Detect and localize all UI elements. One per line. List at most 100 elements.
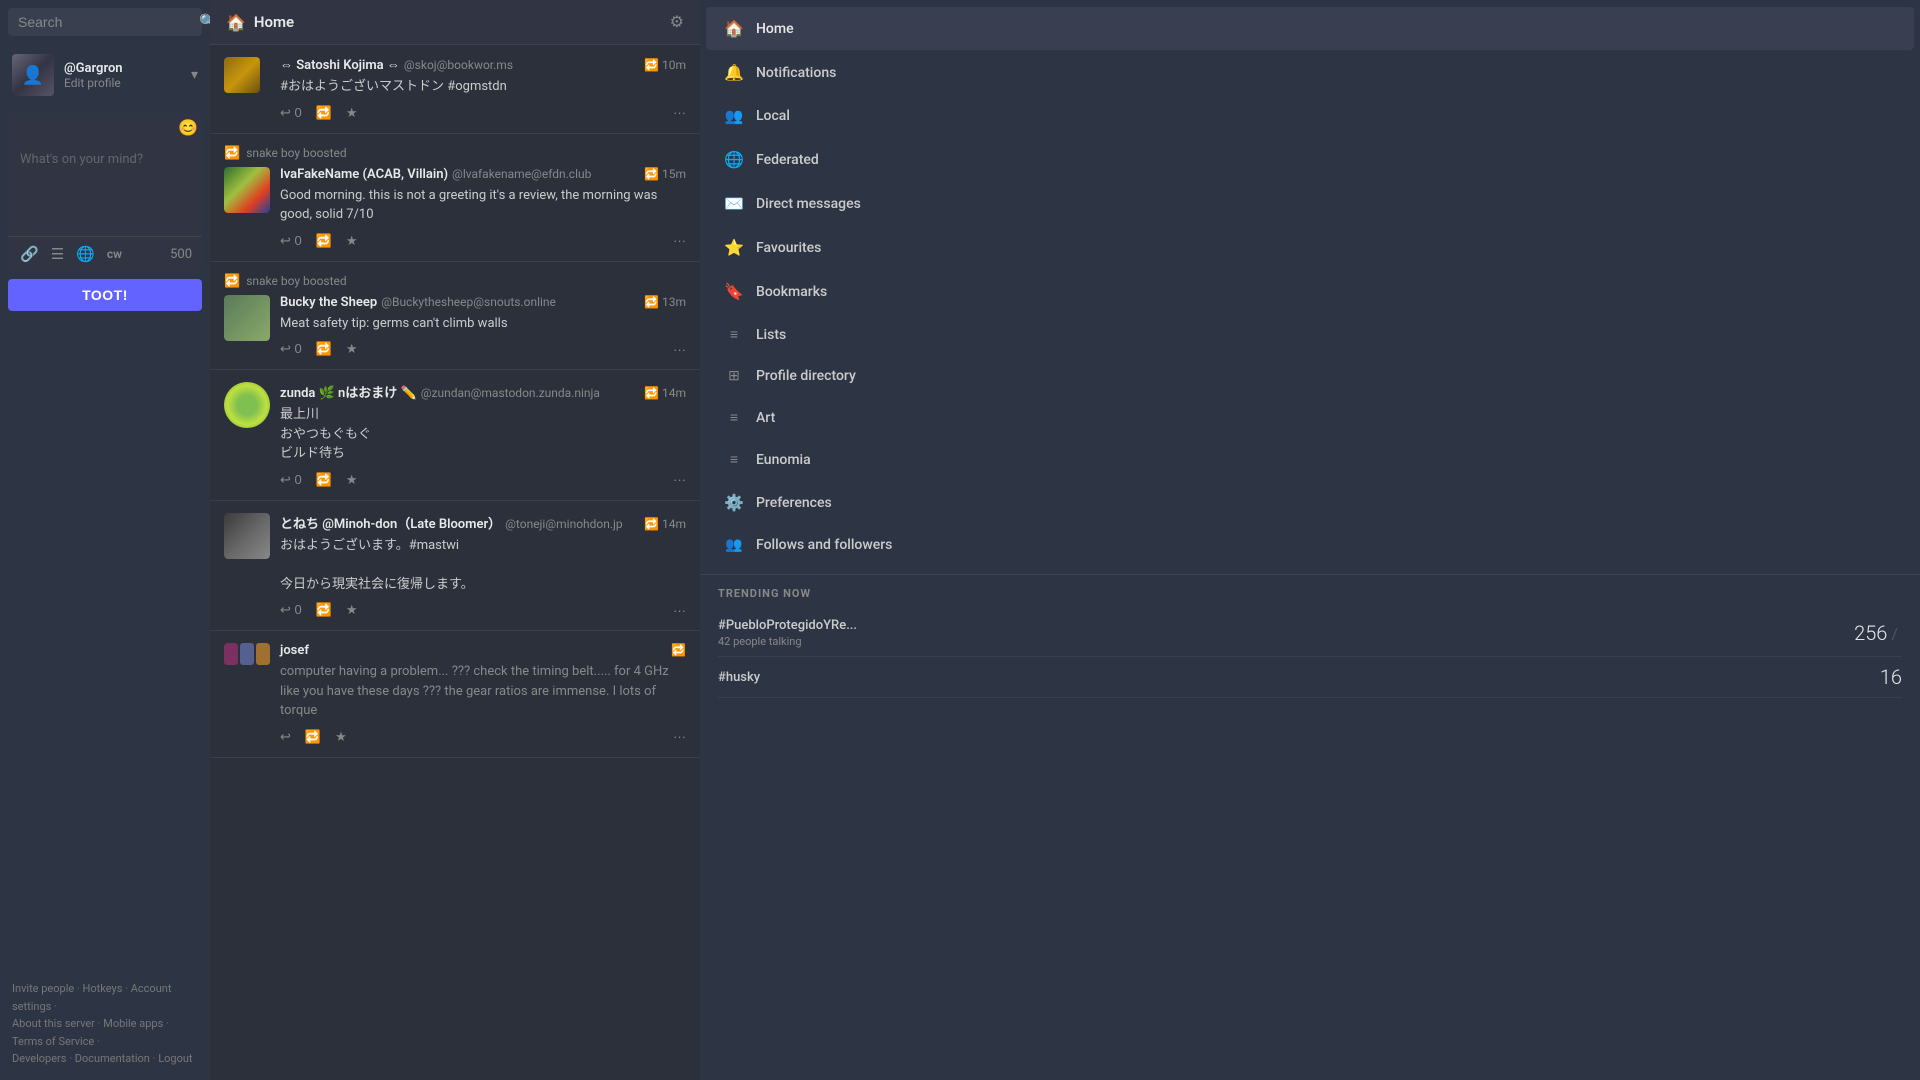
boost-button[interactable]: 🔁 (316, 602, 332, 618)
feed-settings-button[interactable]: ⚙ (670, 12, 684, 32)
fav-button[interactable]: ★ (335, 729, 347, 745)
feed-column: 🏠 Home ⚙ ⇔ Satoshi Kojima ⇔ @skoj@bookwo… (210, 0, 700, 1080)
reply-button[interactable]: ↩ 0 (280, 602, 302, 618)
bell-icon: 🔔 (724, 63, 744, 82)
post-time: 🔁 10m (644, 58, 686, 72)
post-time: 🔁 15m (644, 167, 686, 181)
star-icon: ⭐ (724, 238, 744, 257)
post-handle: @toneji@minohdon.jp (505, 517, 623, 531)
hotkeys-link[interactable]: Hotkeys (83, 982, 123, 995)
compose-input[interactable] (8, 142, 202, 232)
directory-icon: ⊞ (724, 368, 744, 384)
reply-button[interactable]: ↩ 0 (280, 233, 302, 249)
nav-label: Eunomia (756, 452, 811, 468)
invite-people-link[interactable]: Invite people (12, 982, 74, 995)
post-header-row: ⇔ Satoshi Kojima ⇔ @skoj@bookwor.ms 🔁 10… (224, 57, 686, 121)
fav-button[interactable]: ★ (346, 105, 358, 121)
logout-link[interactable]: Logout (158, 1052, 192, 1065)
fav-button[interactable]: ★ (346, 233, 358, 249)
more-button[interactable]: ··· (673, 342, 686, 357)
boost-button[interactable]: 🔁 (316, 233, 332, 249)
globe-icon: 🌐 (724, 150, 744, 169)
reply-button[interactable]: ↩ 0 (280, 341, 302, 357)
emoji-button[interactable]: 😊 (178, 118, 198, 138)
avatar-image-tertiary (256, 643, 270, 665)
boost-button[interactable]: 🔁 (316, 341, 332, 357)
trending-slash: / (1891, 624, 1898, 643)
fav-button[interactable]: ★ (346, 602, 358, 618)
more-button[interactable]: ··· (673, 472, 686, 487)
sidebar-item-home[interactable]: 🏠 Home (706, 7, 1914, 50)
boost-button[interactable]: 🔁 (316, 105, 332, 121)
more-button[interactable]: ··· (673, 233, 686, 248)
about-server-link[interactable]: About this server (12, 1017, 95, 1030)
post-meta: ⇔ Satoshi Kojima ⇔ @skoj@bookwor.ms 🔁 10… (280, 57, 686, 73)
reply-button[interactable]: ↩ 0 (280, 472, 302, 488)
sidebar-item-bookmarks[interactable]: 🔖 Bookmarks (706, 270, 1914, 313)
trending-tag-info: #husky (718, 670, 760, 685)
nav-label: Federated (756, 152, 819, 168)
attach-button[interactable]: 🔗 (18, 243, 41, 265)
sidebar-item-local[interactable]: 👥 Local (706, 95, 1914, 137)
post-item: ⇔ Satoshi Kojima ⇔ @skoj@bookwor.ms 🔁 10… (210, 45, 700, 134)
nav-label: Local (756, 108, 790, 124)
right-sidebar: 🏠 Home 🔔 Notifications 👥 Local 🌐 Federat… (700, 0, 1920, 1080)
avatar (224, 382, 270, 428)
trending-item[interactable]: #PuebloProtegidoYRe... 42 people talking… (718, 610, 1902, 657)
post-handle: @zundan@mastodon.zunda.ninja (421, 386, 600, 400)
search-bar[interactable]: 🔍 (8, 8, 202, 36)
sidebar-item-direct-messages[interactable]: ✉️ Direct messages (706, 182, 1914, 225)
terms-link[interactable]: Terms of Service (12, 1035, 94, 1048)
avatar: 👤 (12, 54, 54, 96)
sidebar-item-eunomia[interactable]: ≡ Eunomia (706, 439, 1914, 480)
post-body: zunda 🌿 nはおまけ ✏️ @zundan@mastodon.zunda.… (280, 382, 686, 488)
sidebar-item-preferences[interactable]: ⚙️ Preferences (706, 481, 1914, 524)
trending-count: 16 (1880, 665, 1902, 689)
more-button[interactable]: ··· (673, 105, 686, 120)
post-author: とねち @Minoh-don（Late Bloomer） (280, 513, 501, 532)
post-body: とねち @Minoh-don（Late Bloomer） @toneji@min… (280, 513, 686, 619)
post-author: IvaFakeName (ACAB, Villain) (280, 167, 448, 182)
bookmark-icon: 🔖 (724, 282, 744, 301)
more-button[interactable]: ··· (673, 729, 686, 744)
docs-link[interactable]: Documentation (75, 1052, 150, 1065)
post-time: 🔁 14m (644, 386, 686, 400)
post-content: おはようございます。#mastwi今日から現実社会に復帰します。 (280, 536, 686, 595)
fav-button[interactable]: ★ (346, 472, 358, 488)
sidebar-item-notifications[interactable]: 🔔 Notifications (706, 51, 1914, 94)
sidebar-item-follows-and-followers[interactable]: 👥 Follows and followers (706, 525, 1914, 565)
fav-button[interactable]: ★ (346, 341, 358, 357)
reply-button[interactable]: ↩ 0 (280, 105, 302, 121)
boost-button[interactable]: 🔁 (305, 729, 321, 745)
profile-area[interactable]: 👤 @Gargron Edit profile ▾ (0, 44, 210, 106)
profile-edit-label[interactable]: Edit profile (64, 76, 191, 90)
list-button[interactable]: ☰ (49, 243, 66, 265)
footer-links: Invite people · Hotkeys · Account settin… (12, 982, 193, 1065)
toot-button[interactable]: TOOT! (8, 279, 202, 311)
more-button[interactable]: ··· (673, 603, 686, 618)
avatar-image (224, 513, 270, 559)
boost-line: 🔁 snake boy boosted (224, 146, 686, 161)
post-time: 🔁 (671, 643, 686, 657)
cw-button[interactable]: cw (107, 247, 122, 261)
sidebar-item-profile-directory[interactable]: ⊞ Profile directory (706, 356, 1914, 396)
reply-button[interactable]: ↩ (280, 729, 291, 745)
boost-button[interactable]: 🔁 (316, 472, 332, 488)
avatar (224, 643, 270, 689)
developers-link[interactable]: Developers (12, 1052, 66, 1065)
post-actions: ↩ 0 🔁 ★ ··· (280, 105, 686, 121)
search-input[interactable] (18, 14, 199, 30)
trending-item[interactable]: #husky 16 (718, 657, 1902, 698)
sidebar-item-art[interactable]: ≡ Art (706, 397, 1914, 438)
avatar-image (224, 382, 270, 428)
sidebar-item-federated[interactable]: 🌐 Federated (706, 138, 1914, 181)
post-item: zunda 🌿 nはおまけ ✏️ @zundan@mastodon.zunda.… (210, 370, 700, 501)
nav-label: Favourites (756, 240, 821, 256)
mobile-apps-link[interactable]: Mobile apps (103, 1017, 163, 1030)
globe-button[interactable]: 🌐 (74, 243, 97, 265)
trending-count-area: 16 (1880, 665, 1902, 689)
mail-icon: ✉️ (724, 194, 744, 213)
sidebar-item-favourites[interactable]: ⭐ Favourites (706, 226, 1914, 269)
sidebar-item-lists[interactable]: ≡ Lists (706, 314, 1914, 355)
avatar (224, 167, 270, 213)
